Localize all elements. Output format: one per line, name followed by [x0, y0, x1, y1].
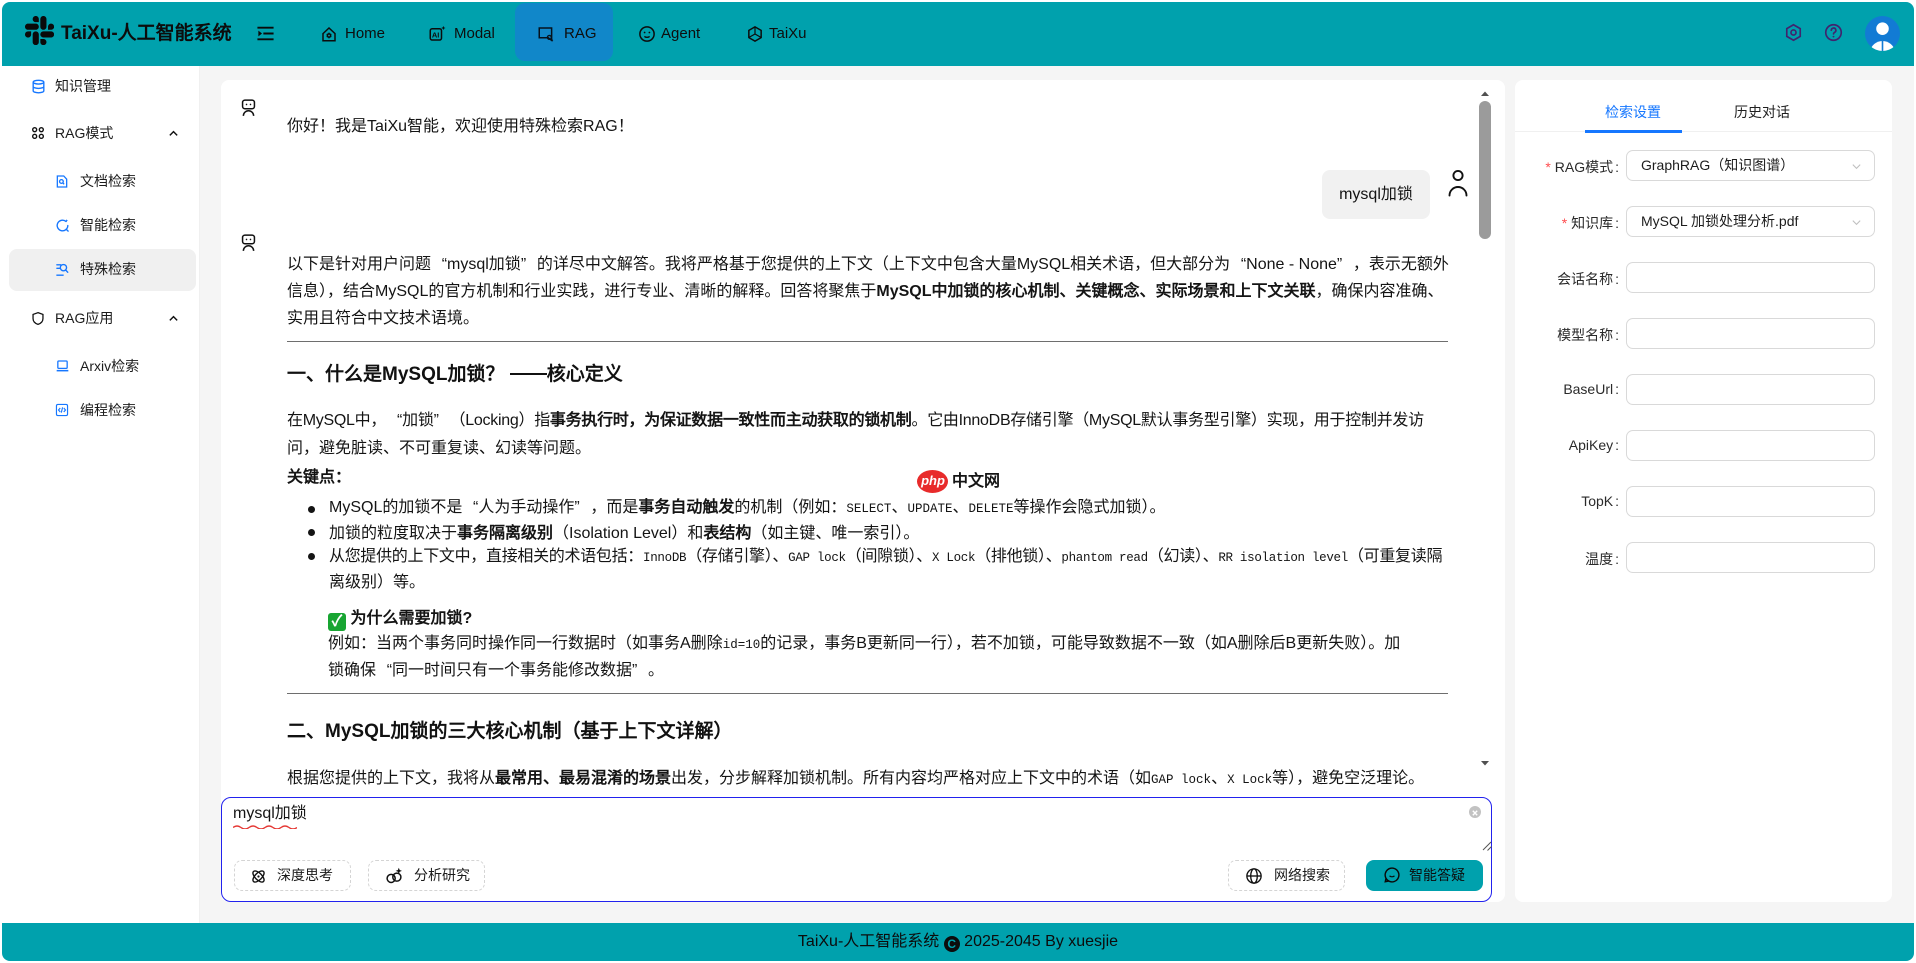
svg-text:AI: AI — [432, 30, 440, 39]
